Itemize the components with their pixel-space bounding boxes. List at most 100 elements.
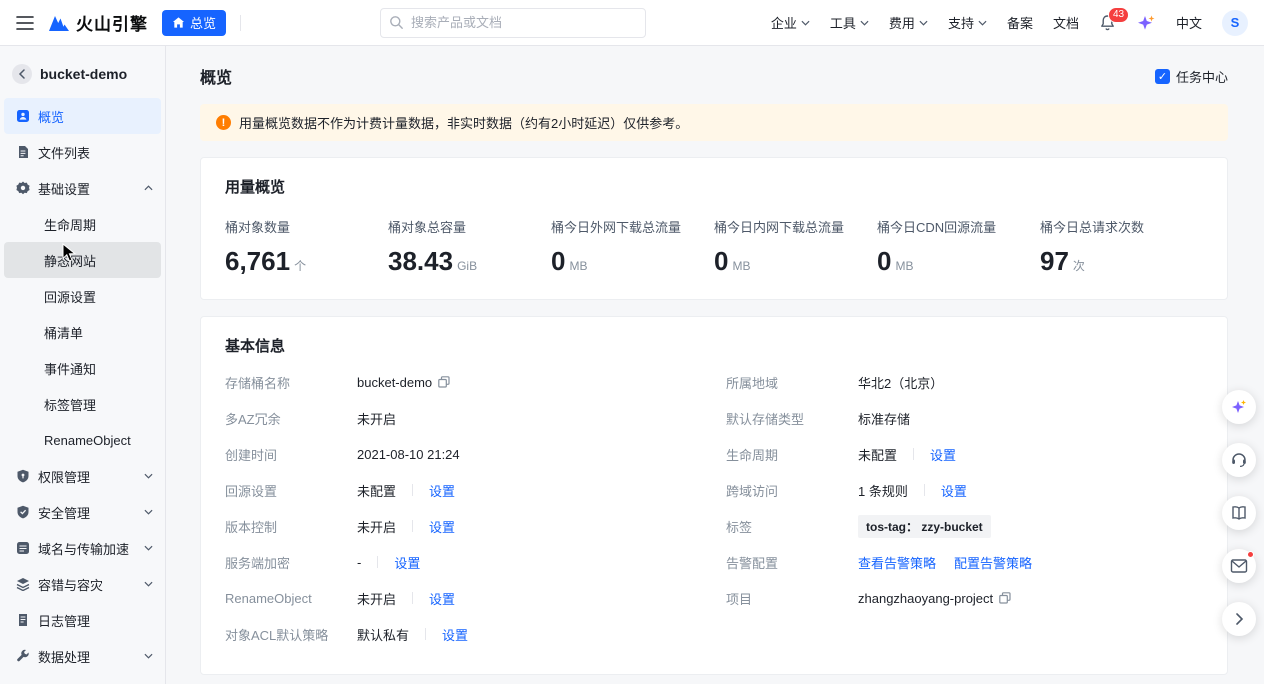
nav-menu-billing[interactable]: 费用 [889,13,928,32]
globe-icon [16,541,30,555]
chevron-down-icon [144,653,153,659]
stat-external-download: 桶今日外网下载总流量 0MB [551,217,714,277]
sidebar-item-bucket-inventory[interactable]: 桶清单 [4,314,161,350]
info-row-acl-policy: 对象ACL默认策略 默认私有设置 [225,616,702,652]
shield-check-icon [16,505,30,519]
sidebar-item-fault-tolerance[interactable]: 容错与容灾 [4,566,161,602]
nav-menu-tools[interactable]: 工具 [830,13,869,32]
collapse-panel-button[interactable] [1222,602,1256,636]
notice-text: 用量概览数据不作为计费计量数据，非实时数据（约有2小时延迟）仅供参考。 [239,113,688,132]
setup-link-origin[interactable]: 设置 [429,481,455,500]
stat-internal-download: 桶今日内网下载总流量 0MB [714,217,877,277]
chevron-down-icon [144,545,153,551]
file-list-icon [16,145,30,159]
basic-info-card: 基本信息 存储桶名称 bucket-demo 多AZ冗余 未开启 [200,316,1228,675]
setup-link-encryption[interactable]: 设置 [394,553,420,572]
nav-link-beian[interactable]: 备案 [1007,13,1033,32]
headset-icon [1230,451,1248,469]
setup-link-rename[interactable]: 设置 [429,589,455,608]
config-alarm-policy-link[interactable]: 配置告警策略 [954,553,1032,572]
info-row-versioning: 版本控制 未开启设置 [225,508,702,544]
stat-cdn-origin-traffic: 桶今日CDN回源流量 0MB [877,217,1040,277]
sidebar-item-origin-settings[interactable]: 回源设置 [4,278,161,314]
sidebar-item-basic-settings[interactable]: 基础设置 [4,170,161,206]
sidebar-item-file-list[interactable]: 文件列表 [4,134,161,170]
console-overview-label: 总览 [190,13,216,32]
setup-link-cors[interactable]: 设置 [941,481,967,500]
promo-icon[interactable] [1136,14,1156,32]
divider [412,592,413,604]
book-icon [1230,504,1248,522]
sidebar-item-permission[interactable]: 权限管理 [4,458,161,494]
language-switch[interactable]: 中文 [1176,13,1202,32]
info-row-project: 项目 zhangzhaoyang-project [726,580,1203,616]
notification-dot [1247,551,1254,558]
view-alarm-policy-link[interactable]: 查看告警策略 [858,553,936,572]
info-row-rename-object: RenameObject 未开启设置 [225,580,702,616]
wrench-icon [16,649,30,663]
stat-object-count: 桶对象数量 6,761个 [225,217,388,277]
support-button[interactable] [1222,443,1256,477]
sidebar-item-overview[interactable]: 概览 [4,98,161,134]
info-row-encryption: 服务端加密 -设置 [225,544,702,580]
nav-link-docs[interactable]: 文档 [1053,13,1079,32]
info-row-multi-az: 多AZ冗余 未开启 [225,400,702,436]
sidebar-item-data-processing[interactable]: 数据处理 [4,638,161,674]
notification-bell[interactable]: 43 [1099,14,1116,32]
sidebar-item-tag-management[interactable]: 标签管理 [4,386,161,422]
basic-info-title: 基本信息 [225,335,1203,356]
divider [240,15,241,31]
brand-logo[interactable]: 火山引擎 [48,10,148,35]
chevron-down-icon [144,509,153,515]
divider [412,484,413,496]
nav-menu-enterprise[interactable]: 企业 [771,13,810,32]
main-content: 概览 ✓ 任务中心 ! 用量概览数据不作为计费计量数据，非实时数据（约有2小时延… [166,46,1264,684]
search-input[interactable] [380,8,646,38]
chevron-down-icon [801,20,810,26]
sidebar-item-event-notification[interactable]: 事件通知 [4,350,161,386]
docs-button[interactable] [1222,496,1256,530]
setup-link-versioning[interactable]: 设置 [429,517,455,536]
sidebar-item-lifecycle[interactable]: 生命周期 [4,206,161,242]
sidebar-item-static-website[interactable]: 静态网站 [4,242,161,278]
task-center-button[interactable]: ✓ 任务中心 [1155,67,1228,86]
layers-icon [16,577,30,591]
copy-icon[interactable] [999,592,1011,604]
feedback-button[interactable] [1222,549,1256,583]
chevron-down-icon [860,20,869,26]
info-row-bucket-name: 存储桶名称 bucket-demo [225,364,702,400]
menu-icon[interactable] [16,14,34,32]
bucket-name: bucket-demo [40,66,127,82]
console-overview-badge[interactable]: 总览 [162,10,226,36]
overview-icon [16,109,30,123]
nav-menu-support[interactable]: 支持 [948,13,987,32]
basic-info-left-column: 存储桶名称 bucket-demo 多AZ冗余 未开启 创建时间 2021-08… [225,364,702,652]
mail-icon [1230,558,1248,574]
sidebar-item-domain-acceleration[interactable]: 域名与传输加速 [4,530,161,566]
chevron-down-icon [919,20,928,26]
sidebar-item-usage-stats[interactable]: 用量统计 [4,674,161,684]
sidebar-item-rename-object[interactable]: RenameObject [4,422,161,458]
warning-icon: ! [216,115,231,130]
avatar[interactable]: S [1222,10,1248,36]
sidebar: bucket-demo 概览 文件列表 基础设置 生命周期 静态网站 回源设置 … [0,46,166,684]
setup-link-acl[interactable]: 设置 [442,625,468,644]
copy-icon[interactable] [438,376,450,388]
setup-link-lifecycle[interactable]: 设置 [930,445,956,464]
sidebar-item-security[interactable]: 安全管理 [4,494,161,530]
notice-banner: ! 用量概览数据不作为计费计量数据，非实时数据（约有2小时延迟）仅供参考。 [200,104,1228,141]
gear-icon [16,181,30,195]
brand-name: 火山引擎 [76,10,148,35]
info-row-region: 所属地域 华北2（北京） [726,364,1203,400]
chevron-up-icon [144,185,153,191]
shield-icon [16,469,30,483]
chevron-down-icon [144,473,153,479]
chevron-down-icon [144,581,153,587]
home-icon [172,16,185,29]
back-button[interactable] [12,64,32,84]
floating-toolbar [1222,390,1256,636]
sidebar-item-log-management[interactable]: 日志管理 [4,602,161,638]
assistant-button[interactable] [1222,390,1256,424]
info-row-alarm: 告警配置 查看告警策略 配置告警策略 [726,544,1203,580]
stat-total-capacity: 桶对象总容量 38.43GiB [388,217,551,277]
